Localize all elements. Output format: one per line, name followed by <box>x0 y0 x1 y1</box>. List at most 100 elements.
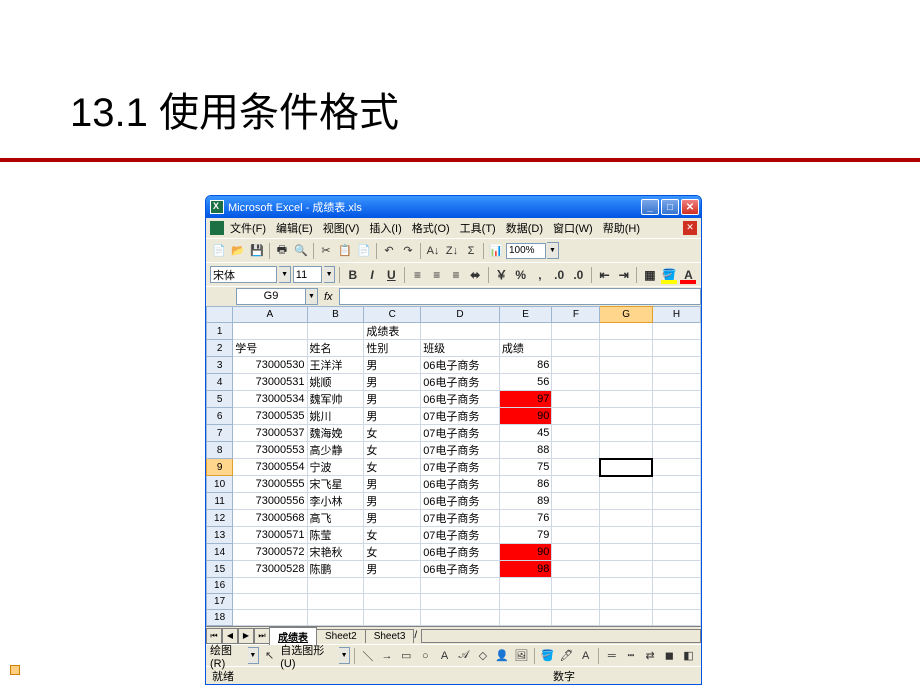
cell-class[interactable]: 06电子商务 <box>421 374 500 391</box>
cell-class[interactable]: 06电子商务 <box>421 357 500 374</box>
paste-icon[interactable]: 📄 <box>355 242 373 260</box>
underline-button[interactable]: U <box>383 266 400 284</box>
cell-class[interactable]: 06电子商务 <box>421 493 500 510</box>
line-style-icon[interactable]: ═ <box>603 647 620 665</box>
menu-edit[interactable]: 编辑(E) <box>272 218 317 238</box>
cell-id[interactable]: 73000534 <box>233 391 307 408</box>
cell-class[interactable]: 06电子商务 <box>421 544 500 561</box>
draw-menu[interactable]: 绘图(R) <box>210 642 246 670</box>
cell-name[interactable]: 王洋洋 <box>307 357 364 374</box>
cell-name[interactable]: 陈莹 <box>307 527 364 544</box>
col-header-B[interactable]: B <box>307 307 364 323</box>
menu-data[interactable]: 数据(D) <box>502 218 547 238</box>
cell-id[interactable]: 73000572 <box>233 544 307 561</box>
cut-icon[interactable]: ✂ <box>317 242 335 260</box>
comma-icon[interactable]: , <box>531 266 548 284</box>
row-header[interactable]: 14 <box>207 544 233 561</box>
sheet-tab[interactable]: Sheet3 <box>365 629 415 643</box>
font-dropdown-icon[interactable]: ▼ <box>279 266 291 283</box>
decimal-dec-icon[interactable]: .0 <box>570 266 587 284</box>
row-header[interactable]: 10 <box>207 476 233 493</box>
menu-insert[interactable]: 插入(I) <box>365 218 405 238</box>
row-header[interactable]: 9 <box>207 459 233 476</box>
menu-file[interactable]: 文件(F) <box>226 218 270 238</box>
menu-view[interactable]: 视图(V) <box>319 218 364 238</box>
row-header[interactable]: 16 <box>207 578 233 594</box>
fill-color-icon[interactable]: 🪣 <box>661 266 678 284</box>
zoom-box[interactable]: 100% <box>506 243 546 259</box>
row-header[interactable]: 17 <box>207 594 233 610</box>
col-header-A[interactable]: A <box>233 307 307 323</box>
align-center-icon[interactable]: ≡ <box>428 266 445 284</box>
cell-name[interactable]: 陈鹏 <box>307 561 364 578</box>
cell-score[interactable]: 97 <box>499 391 551 408</box>
row-header[interactable]: 11 <box>207 493 233 510</box>
cell-id[interactable]: 73000556 <box>233 493 307 510</box>
3d-icon[interactable]: ◧ <box>680 647 697 665</box>
cell-id[interactable]: 73000553 <box>233 442 307 459</box>
cell-score[interactable]: 45 <box>499 425 551 442</box>
cell-score[interactable]: 86 <box>499 476 551 493</box>
col-header-F[interactable]: F <box>552 307 600 323</box>
sheet-title-cell[interactable]: 成绩表 <box>364 323 421 340</box>
cell-id[interactable]: 73000535 <box>233 408 307 425</box>
cell-id[interactable]: 73000568 <box>233 510 307 527</box>
indent-dec-icon[interactable]: ⇤ <box>596 266 613 284</box>
cell-id[interactable]: 73000537 <box>233 425 307 442</box>
new-icon[interactable]: 📄 <box>210 242 228 260</box>
draw-dropdown-icon[interactable]: ▼ <box>248 647 260 664</box>
menu-tools[interactable]: 工具(T) <box>456 218 500 238</box>
cell-name[interactable]: 姚顺 <box>307 374 364 391</box>
line-icon[interactable]: ＼ <box>359 647 376 665</box>
col-header-D[interactable]: D <box>421 307 500 323</box>
cell-sex[interactable]: 男 <box>364 561 421 578</box>
cell-sex[interactable]: 女 <box>364 544 421 561</box>
line-color-icon[interactable]: 🖊 <box>558 647 575 665</box>
col-header-G[interactable]: G <box>600 307 652 323</box>
diagram-icon[interactable]: ◇ <box>474 647 491 665</box>
font-name-box[interactable]: 宋体 <box>210 266 277 283</box>
col-header-E[interactable]: E <box>499 307 551 323</box>
cell-sex[interactable]: 男 <box>364 476 421 493</box>
borders-icon[interactable]: ▦ <box>641 266 658 284</box>
arrow-style-icon[interactable]: ⇄ <box>642 647 659 665</box>
wordart-icon[interactable]: 𝒜 <box>455 647 472 665</box>
dash-style-icon[interactable]: ┅ <box>622 647 639 665</box>
clipart-icon[interactable]: 👤 <box>493 647 510 665</box>
row-header[interactable]: 1 <box>207 323 233 340</box>
cell-class[interactable]: 07电子商务 <box>421 527 500 544</box>
print-icon[interactable]: 🖶 <box>273 242 291 260</box>
copy-icon[interactable]: 📋 <box>336 242 354 260</box>
zoom-dropdown-icon[interactable]: ▼ <box>547 242 559 259</box>
row-header[interactable]: 12 <box>207 510 233 527</box>
row-header[interactable]: 15 <box>207 561 233 578</box>
row-header[interactable]: 6 <box>207 408 233 425</box>
row-header[interactable]: 13 <box>207 527 233 544</box>
cell-score[interactable]: 79 <box>499 527 551 544</box>
fill-icon[interactable]: 🪣 <box>539 647 556 665</box>
cell-name[interactable]: 宁波 <box>307 459 364 476</box>
header-sex[interactable]: 性别 <box>364 340 421 357</box>
cell-class[interactable]: 07电子商务 <box>421 425 500 442</box>
header-class[interactable]: 班级 <box>421 340 500 357</box>
font-color2-icon[interactable]: A <box>577 647 594 665</box>
header-score[interactable]: 成绩 <box>499 340 551 357</box>
font-size-box[interactable]: 11 <box>293 266 322 283</box>
decimal-inc-icon[interactable]: .0 <box>551 266 568 284</box>
cell-name[interactable]: 宋艳秋 <box>307 544 364 561</box>
autoshape-menu[interactable]: 自选图形(U) <box>280 642 337 670</box>
cell-name[interactable]: 高飞 <box>307 510 364 527</box>
cell-name[interactable]: 魏军帅 <box>307 391 364 408</box>
namebox-dropdown-icon[interactable]: ▼ <box>306 288 318 305</box>
oval-icon[interactable]: ○ <box>417 647 434 665</box>
sheet-tab[interactable]: Sheet2 <box>316 629 366 643</box>
row-header[interactable]: 18 <box>207 610 233 626</box>
col-header-C[interactable]: C <box>364 307 421 323</box>
arrow-icon[interactable]: → <box>378 647 395 665</box>
italic-button[interactable]: I <box>363 266 380 284</box>
preview-icon[interactable]: 🔍 <box>292 242 310 260</box>
minimize-button[interactable]: _ <box>641 199 659 215</box>
open-icon[interactable]: 📂 <box>229 242 247 260</box>
cell-id[interactable]: 73000554 <box>233 459 307 476</box>
cell-sex[interactable]: 男 <box>364 357 421 374</box>
